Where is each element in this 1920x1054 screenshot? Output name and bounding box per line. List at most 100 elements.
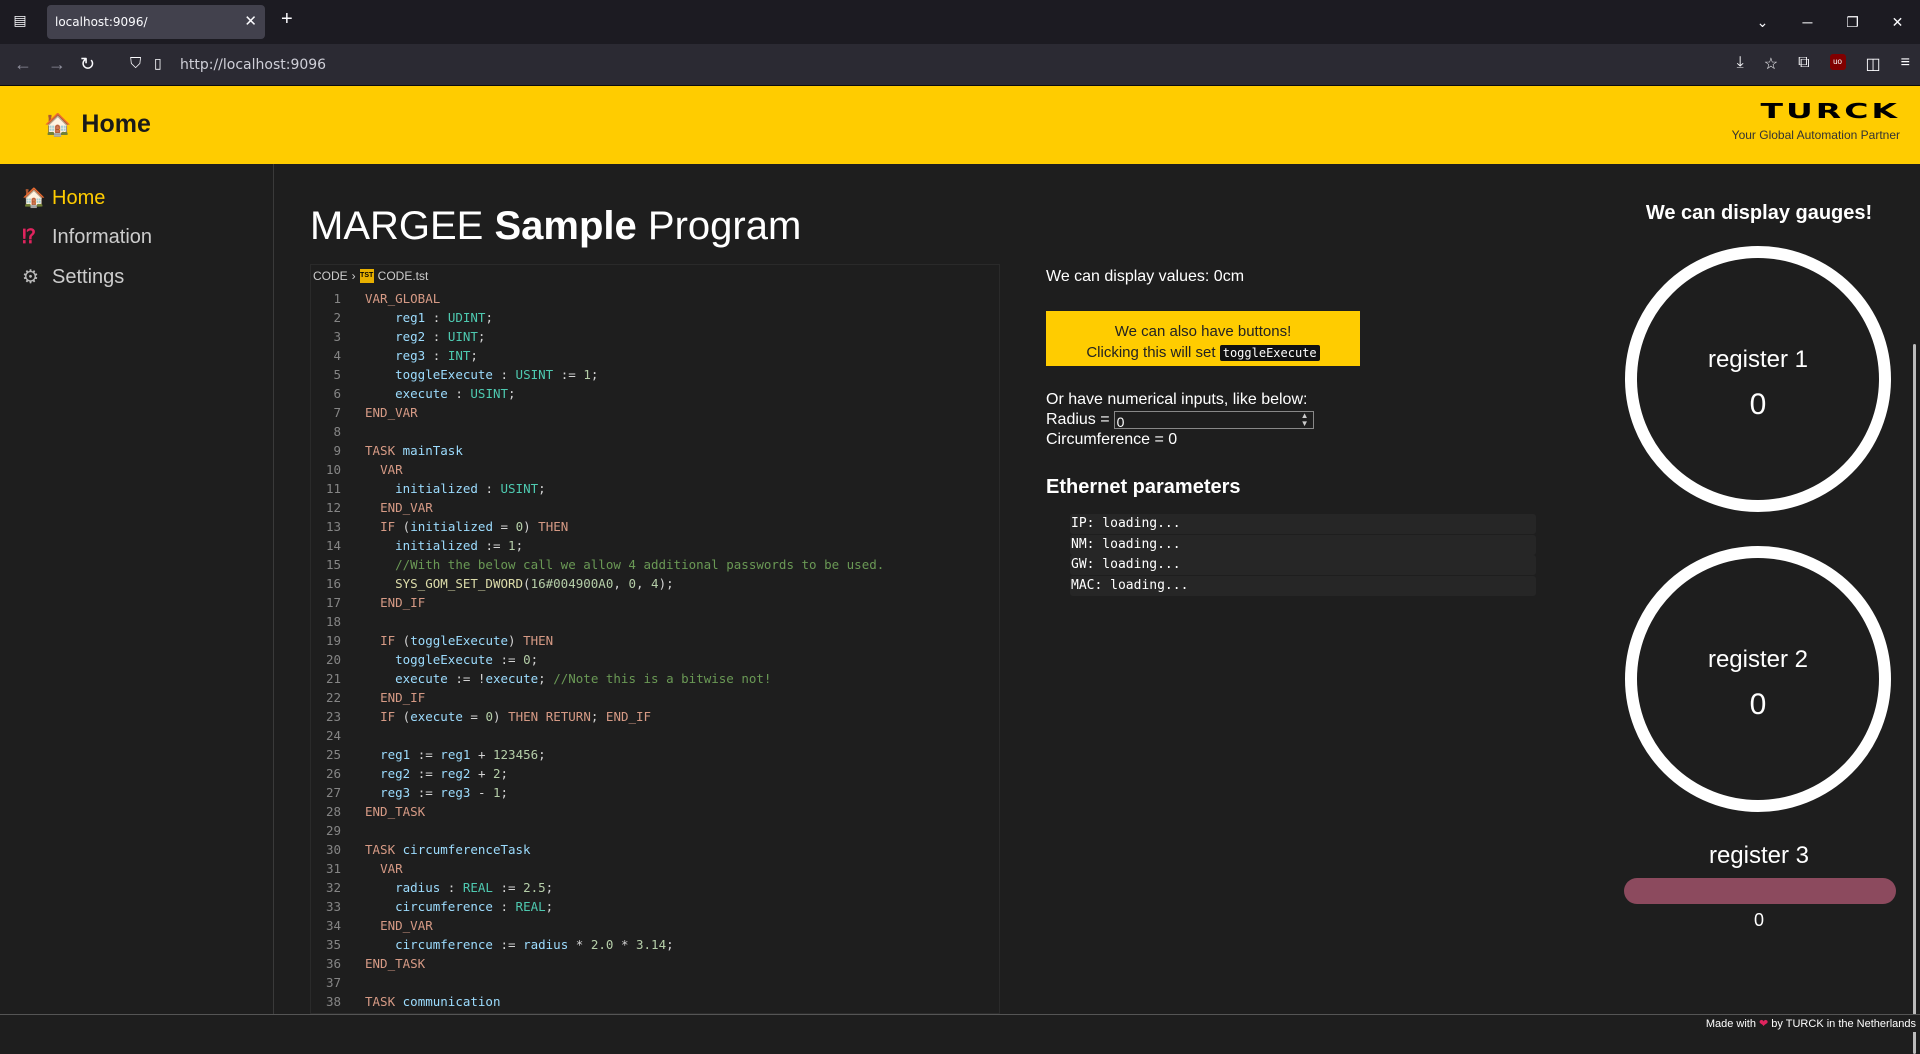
- line-number: 14: [325, 538, 341, 553]
- code-line: 28 END_TASK: [311, 802, 999, 821]
- code-line: 27 reg3 := reg3 - 1;: [311, 783, 999, 802]
- tab-list-icon[interactable]: ▤: [10, 12, 30, 32]
- line-number: 19: [325, 633, 341, 648]
- gauge-label: register 2: [1707, 646, 1809, 673]
- line-number: 1: [333, 291, 341, 306]
- restore-icon[interactable]: ❐: [1830, 14, 1875, 31]
- scrollbar[interactable]: [1913, 344, 1916, 1054]
- menu-icon[interactable]: ≡: [1901, 54, 1910, 74]
- url-text[interactable]: http://localhost:9096: [180, 57, 326, 73]
- ethernet-title: Ethernet parameters: [1046, 476, 1241, 498]
- page-info-icon[interactable]: ▯: [154, 55, 162, 72]
- line-number: 22: [325, 690, 341, 705]
- line-number: 33: [325, 899, 341, 914]
- code-lines[interactable]: 1 VAR_GLOBAL 2 reg1 : UDINT; 3 reg2 : UINT;…: [311, 289, 999, 1011]
- code-line: 31 VAR: [311, 859, 999, 878]
- line-text: END_TASK: [365, 804, 426, 819]
- main-content: MARGEE Sample Program CODE › TST CODE.ts…: [274, 164, 1920, 1054]
- header-title-text: Home: [81, 110, 151, 138]
- line-number: 26: [325, 766, 341, 781]
- code-line: 10 VAR: [311, 460, 999, 479]
- line-text: SYS_GOM_SET_DWORD(16#004900A0, 0, 4);: [395, 576, 674, 591]
- shield-icon[interactable]: ⛉: [130, 55, 141, 72]
- browser-nav-bar: ← → ↻ ⛉ ▯ http://localhost:9096 ⤓ ☆ ⧉ uo…: [0, 44, 1920, 86]
- line-number: 37: [325, 975, 341, 990]
- ethernet-row-mac: MAC: loading...: [1070, 576, 1536, 596]
- toggle-execute-button[interactable]: We can also have buttons! Clicking this …: [1046, 311, 1360, 366]
- breadcrumb-file[interactable]: CODE.tst: [378, 269, 429, 283]
- line-text: VAR: [380, 861, 403, 876]
- line-number: 36: [325, 956, 341, 971]
- breadcrumb-folder[interactable]: CODE: [313, 269, 348, 283]
- line-number: 18: [325, 614, 341, 629]
- sidebar-item-settings[interactable]: ⚙ Settings: [22, 266, 124, 289]
- button-code: toggleExecute: [1219, 344, 1320, 361]
- bookmark-star-icon[interactable]: ☆: [1764, 54, 1778, 74]
- back-arrow-icon[interactable]: ←: [14, 54, 32, 75]
- line-text: END_TASK: [365, 956, 426, 971]
- new-tab-button[interactable]: +: [281, 8, 293, 31]
- chevron-right-icon: ›: [351, 269, 356, 283]
- sidebar-toggle-icon[interactable]: ◫: [1866, 54, 1881, 74]
- footer-text-after: by TURCK in the Netherlands: [1768, 1018, 1916, 1030]
- tab-close-icon[interactable]: ✕: [244, 12, 257, 30]
- close-window-icon[interactable]: ✕: [1875, 14, 1920, 31]
- sidebar-item-label: Home: [52, 186, 106, 209]
- code-line: 22 END_IF: [311, 688, 999, 707]
- house-icon: 🏠: [44, 112, 72, 137]
- code-line: 17 END_IF: [311, 593, 999, 612]
- ublock-icon[interactable]: uo: [1829, 54, 1846, 70]
- code-line: 15 //With the below call we allow 4 addi…: [311, 555, 999, 574]
- code-line: 18: [311, 612, 999, 631]
- logo-tagline: Your Global Automation Partner: [1731, 128, 1900, 142]
- ethernet-row-ip: IP: loading...: [1070, 514, 1536, 534]
- line-text: TASK communication: [365, 994, 501, 1009]
- radius-input[interactable]: 0 ▲ ▼: [1113, 411, 1314, 430]
- line-number: 34: [325, 918, 341, 933]
- window-controls: ⌄ ─ ❐ ✕: [1740, 0, 1920, 44]
- tab-overflow-chevron-icon[interactable]: ⌄: [1740, 14, 1785, 31]
- line-text: radius : REAL := 2.5;: [395, 880, 554, 895]
- extensions-icon[interactable]: ⧉: [1798, 54, 1809, 74]
- title-part1: MARGEE: [310, 204, 495, 248]
- browser-tab[interactable]: localhost:9096/ ✕: [47, 5, 265, 39]
- gauges-title: We can display gauges!: [1645, 202, 1873, 224]
- code-editor[interactable]: CODE › TST CODE.tst 1 VAR_GLOBAL 2 reg1 : …: [310, 264, 1000, 1014]
- code-line: 37: [311, 973, 999, 992]
- sidebar-item-home[interactable]: 🏠 Home: [22, 186, 105, 210]
- code-line: 16 SYS_GOM_SET_DWORD(16#004900A0, 0, 4);: [311, 574, 999, 593]
- line-number: 7: [333, 405, 341, 420]
- line-number: 12: [325, 500, 341, 515]
- gear-icon: ⚙: [22, 267, 40, 288]
- code-line: 11 initialized : USINT;: [311, 479, 999, 498]
- reload-icon[interactable]: ↻: [80, 54, 95, 75]
- numeric-inputs: Or have numerical inputs, like below: Ra…: [1046, 390, 1314, 450]
- code-line: 12 END_VAR: [311, 498, 999, 517]
- download-icon[interactable]: ⤓: [1737, 54, 1744, 74]
- line-text: IF (execute = 0) THEN RETURN; END_IF: [380, 709, 652, 724]
- gauge-value: 0: [1749, 388, 1767, 421]
- line-number: 28: [325, 804, 341, 819]
- minimize-icon[interactable]: ─: [1785, 14, 1830, 30]
- code-line: 6 execute : USINT;: [311, 384, 999, 403]
- sidebar-item-information[interactable]: ⁉ Information: [22, 226, 152, 249]
- browser-toolbar: ⤓ ☆ ⧉ uo ◫ ≡: [1737, 54, 1910, 74]
- title-bold: Sample: [494, 204, 637, 248]
- line-number: 10: [325, 462, 341, 477]
- footer: Made with ❤ by TURCK in the Netherlands: [0, 1014, 1920, 1032]
- number-spinner-icon[interactable]: ▲ ▼: [1301, 412, 1309, 428]
- line-number: 11: [325, 481, 341, 496]
- line-text: toggleExecute : USINT := 1;: [395, 367, 599, 382]
- turck-logo: TURCK Your Global Automation Partner: [1732, 100, 1900, 142]
- url-bar[interactable]: ⛉ ▯ http://localhost:9096: [118, 50, 1678, 80]
- code-line: 34 END_VAR: [311, 916, 999, 935]
- code-line: 36 END_TASK: [311, 954, 999, 973]
- line-number: 3: [333, 329, 341, 344]
- line-text: END_IF: [380, 690, 426, 705]
- line-text: circumference : REAL;: [395, 899, 554, 914]
- ethernet-row-gw: GW: loading...: [1070, 555, 1536, 575]
- line-text: execute : USINT;: [395, 386, 516, 401]
- forward-arrow-icon[interactable]: →: [48, 54, 66, 75]
- ethernet-row-nm: NM: loading...: [1070, 535, 1536, 555]
- button-line2: Clicking this will set: [1086, 343, 1220, 361]
